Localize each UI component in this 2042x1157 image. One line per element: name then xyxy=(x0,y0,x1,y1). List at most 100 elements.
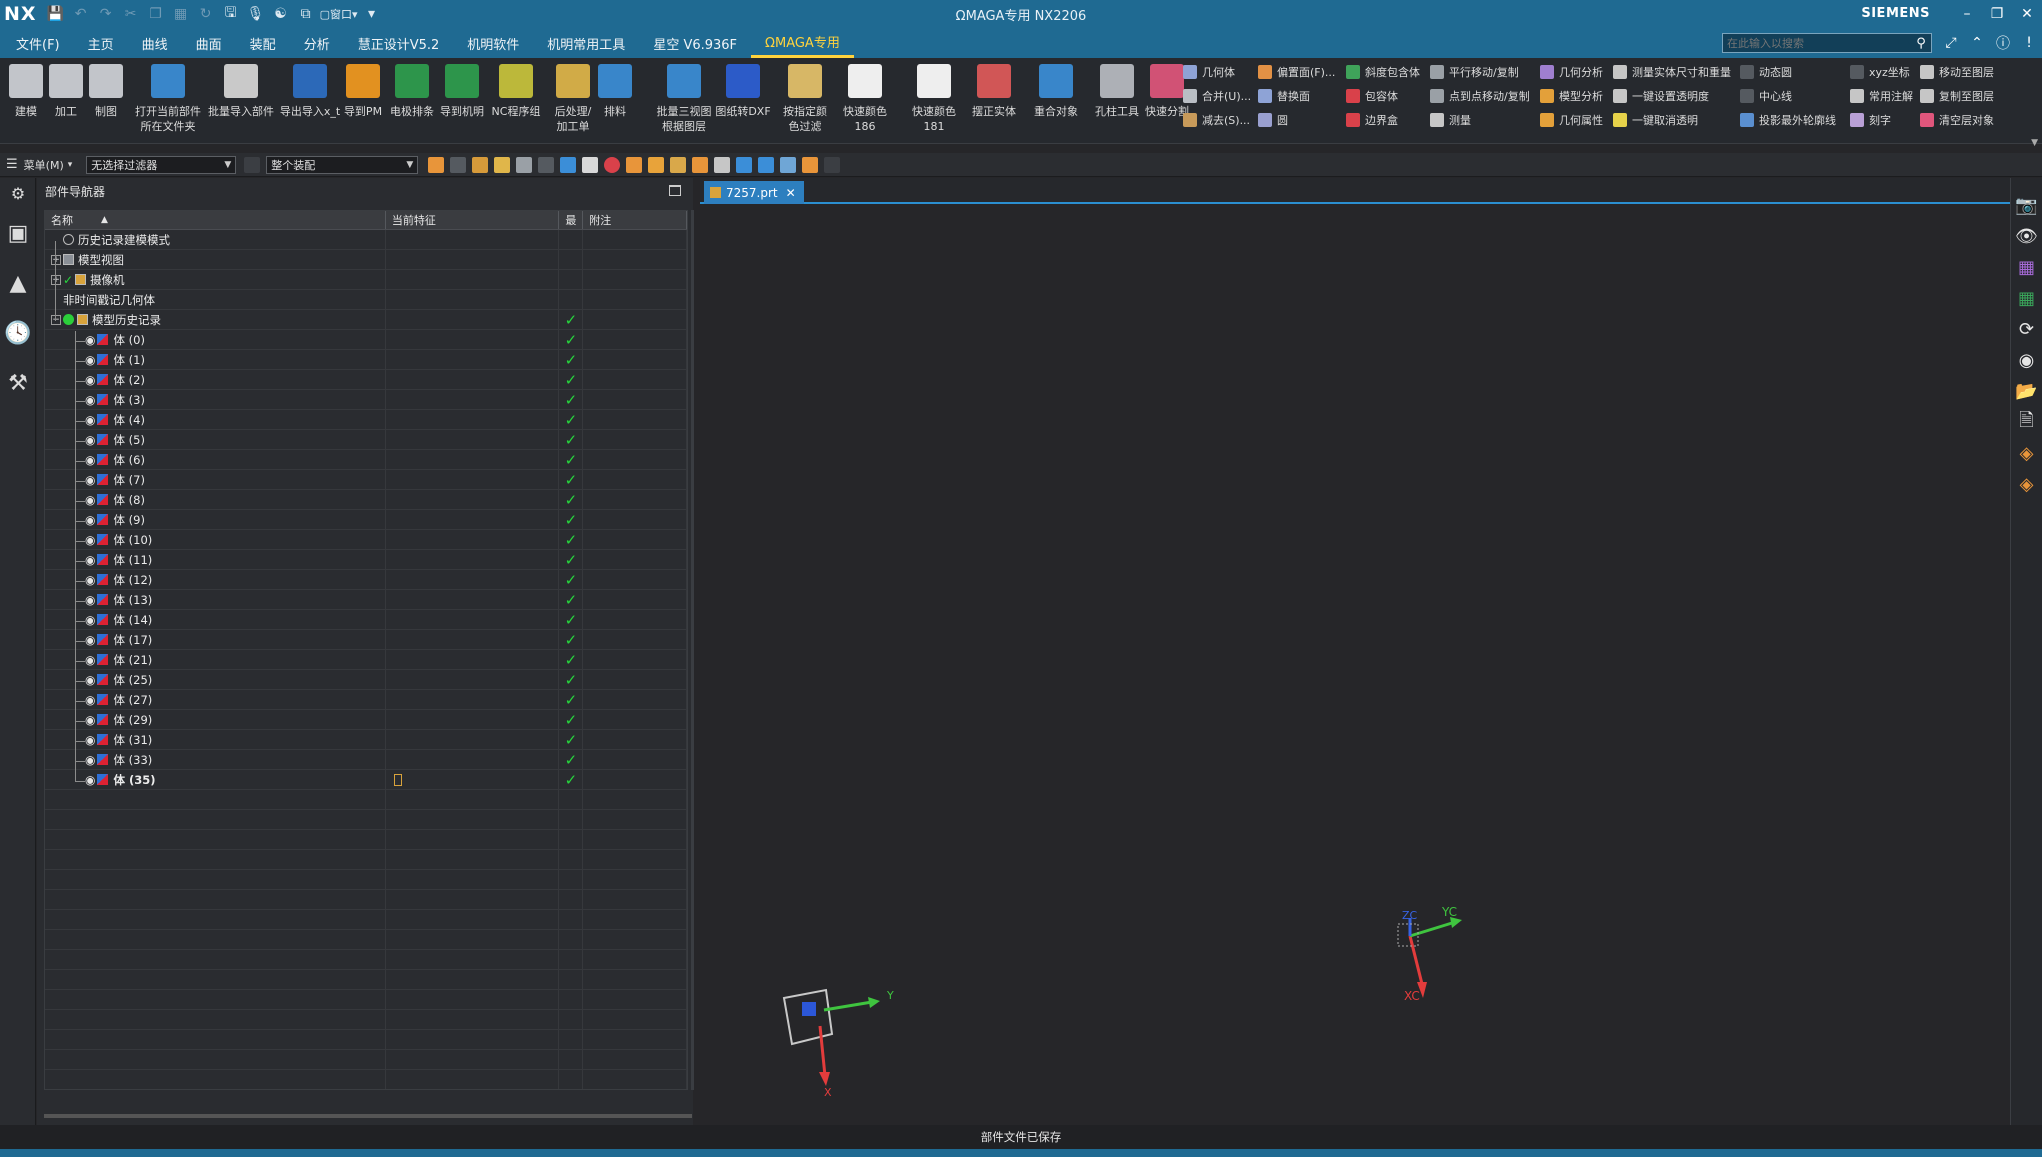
body-row[interactable]: ◉ 体 (27) ✓ xyxy=(45,690,687,710)
eye-icon[interactable]: ◉ xyxy=(85,753,95,767)
visual-settings-icon[interactable]: ◉ xyxy=(2011,345,2042,376)
body-row[interactable]: ◉ 体 (6) ✓ xyxy=(45,450,687,470)
ribbon-button-16[interactable]: 快速颜色181 xyxy=(903,64,965,134)
eye-icon[interactable]: ◉ xyxy=(85,693,95,707)
body-row[interactable]: ◉ 体 (35) ✓ xyxy=(45,770,687,790)
tab-2[interactable]: 曲线 xyxy=(128,28,182,58)
ribbon-button-2[interactable]: 制图 xyxy=(84,64,128,119)
add-selection-icon[interactable] xyxy=(494,156,511,173)
eye-icon[interactable]: ◉ xyxy=(85,513,95,527)
body-row[interactable]: ◉ 体 (7) ✓ xyxy=(45,470,687,490)
show-hide-icon[interactable] xyxy=(516,156,533,173)
cut-icon[interactable]: ✂ xyxy=(120,3,142,25)
tab-part-file[interactable]: 7257.prt ✕ xyxy=(704,181,804,204)
body-row[interactable]: ◉ 体 (14) ✓ xyxy=(45,610,687,630)
save-all-icon[interactable]: 🖫 xyxy=(220,3,242,25)
body-row[interactable]: ◉ 体 (31) ✓ xyxy=(45,730,687,750)
ribbon-small-button[interactable]: 测量实体尺寸和重量 xyxy=(1613,62,1731,82)
document-icon[interactable]: 🗎 xyxy=(2011,407,2042,438)
curve-icon[interactable] xyxy=(736,156,753,173)
ribbon-small-button[interactable]: 替换面 xyxy=(1258,86,1335,106)
close-icon[interactable]: ✕ xyxy=(2012,0,2042,28)
eye-icon[interactable]: ◉ xyxy=(85,533,95,547)
export-sheet-icon[interactable]: ▦ xyxy=(2011,283,2042,314)
orange-body-icon[interactable] xyxy=(648,156,665,173)
layer-move-icon[interactable]: ◈ xyxy=(2011,438,2042,469)
body-row[interactable]: ◉ 体 (1) ✓ xyxy=(45,350,687,370)
ribbon-button-15[interactable]: 快速颜色186 xyxy=(834,64,896,134)
ribbon-small-button[interactable]: 几何属性 xyxy=(1540,110,1603,130)
body-row[interactable]: ◉ 体 (33) ✓ xyxy=(45,750,687,770)
column-latest-header[interactable]: 最 xyxy=(559,211,584,229)
selection-intent-icon[interactable] xyxy=(450,156,467,173)
tab-5[interactable]: 分析 xyxy=(290,28,344,58)
tree-section-row[interactable]: 历史记录建模模式 xyxy=(45,230,687,250)
eye-icon[interactable]: ◉ xyxy=(85,553,95,567)
ribbon-small-button[interactable]: 一键取消透明 xyxy=(1613,110,1731,130)
snap-point-icon[interactable] xyxy=(428,156,445,173)
switch-window-icon[interactable]: ⧉ xyxy=(295,3,317,25)
column-name-header[interactable]: 名称 ▲ xyxy=(45,211,386,229)
ribbon-small-button[interactable]: 偏置面(F)... xyxy=(1258,62,1335,82)
menu-button[interactable]: ☰ 菜单(M) ▾ xyxy=(0,157,78,173)
type-filter-dropdown[interactable]: 无选择过滤器 ▼ xyxy=(86,155,237,174)
tab-6[interactable]: 慧正设计V5.2 xyxy=(344,28,454,58)
touch-mode-icon[interactable]: ☯ xyxy=(270,3,292,25)
ribbon-small-button[interactable]: 包容体 xyxy=(1346,86,1420,106)
ribbon-button-3[interactable]: 打开当前部件 所在文件夹 xyxy=(128,64,208,134)
body-row[interactable]: ◉ 体 (5) ✓ xyxy=(45,430,687,450)
eye-icon[interactable]: ◉ xyxy=(85,773,95,787)
ribbon-small-button[interactable]: 斜度包含体 xyxy=(1346,62,1420,82)
wcs-icon[interactable] xyxy=(758,156,775,173)
eye-icon[interactable]: ◉ xyxy=(85,393,95,407)
ribbon-small-button[interactable]: 模型分析 xyxy=(1540,86,1603,106)
ribbon-button-5[interactable]: 导出导入x_t xyxy=(276,64,344,119)
body-row[interactable]: ◉ 体 (17) ✓ xyxy=(45,630,687,650)
ribbon-button-19[interactable]: 孔柱工具 xyxy=(1089,64,1145,119)
ribbon-button-14[interactable]: 按指定颜 色过滤 xyxy=(774,64,836,134)
paste-icon[interactable]: ▦ xyxy=(170,3,192,25)
ribbon-small-button[interactable]: 测量 xyxy=(1430,110,1530,130)
eye-icon[interactable]: ◉ xyxy=(85,673,95,687)
expand-toggle-icon[interactable]: + xyxy=(51,274,61,285)
eye-icon[interactable]: ◉ xyxy=(85,433,95,447)
ribbon-small-button[interactable]: 点到点移动/复制 xyxy=(1430,86,1530,106)
navigator-horizontal-scrollbar[interactable] xyxy=(44,1114,692,1118)
ribbon-small-button[interactable]: 平行移动/复制 xyxy=(1430,62,1530,82)
tools-icon[interactable]: ⚒ xyxy=(0,358,36,408)
search-icon[interactable]: ⚲ xyxy=(1911,36,1931,51)
save-icon[interactable]: 💾 xyxy=(45,3,67,25)
tree-section-row[interactable]: 非时间戳记几何体 xyxy=(45,290,687,310)
assembly-navigator-icon[interactable]: ▲ xyxy=(0,258,36,308)
open-folder-icon[interactable]: 📂 xyxy=(2011,376,2042,407)
color-brush-icon[interactable] xyxy=(802,156,819,173)
ribbon-small-button[interactable]: 圆 xyxy=(1258,110,1335,130)
layer-clear-icon[interactable]: ◈ xyxy=(2011,469,2042,500)
part-navigator-icon[interactable]: ▣ xyxy=(0,208,36,258)
shaded-body-icon[interactable] xyxy=(582,156,599,173)
ribbon-small-button[interactable]: 合并(U)... xyxy=(1183,86,1251,106)
window-menu-icon[interactable]: ▢ 窗口 ▾ xyxy=(320,3,358,25)
filter-reset-icon[interactable] xyxy=(244,156,261,173)
history-icon[interactable]: 🕓 xyxy=(0,308,36,358)
eye-icon[interactable]: ◉ xyxy=(85,593,95,607)
ribbon-small-button[interactable]: 刻字 xyxy=(1850,110,1913,130)
ribbon-button-18[interactable]: 重合对象 xyxy=(1028,64,1084,119)
microphone-icon[interactable]: 🎙 xyxy=(245,3,267,25)
ribbon-small-button[interactable]: 减去(S)... xyxy=(1183,110,1251,130)
ribbon-small-button[interactable]: 边界盒 xyxy=(1346,110,1420,130)
tab-3[interactable]: 曲面 xyxy=(182,28,236,58)
ribbon-expand-icon[interactable]: ▼ xyxy=(2031,138,2038,148)
tab-1[interactable]: 主页 xyxy=(74,28,128,58)
gray-cube-icon[interactable] xyxy=(714,156,731,173)
visible-check-icon[interactable]: ✓ xyxy=(63,273,73,287)
body-row[interactable]: ◉ 体 (9) ✓ xyxy=(45,510,687,530)
no-entry-icon[interactable] xyxy=(604,156,621,173)
body-row[interactable]: ◉ 体 (8) ✓ xyxy=(45,490,687,510)
eye-icon[interactable]: ◉ xyxy=(85,573,95,587)
ribbon-button-12[interactable]: 批量三视图 根据图层 xyxy=(647,64,721,134)
frame-icon[interactable] xyxy=(824,156,841,173)
body-row[interactable]: ◉ 体 (3) ✓ xyxy=(45,390,687,410)
ribbon-small-button[interactable]: 几何分析 xyxy=(1540,62,1603,82)
tab-8[interactable]: 机明常用工具 xyxy=(533,28,639,58)
